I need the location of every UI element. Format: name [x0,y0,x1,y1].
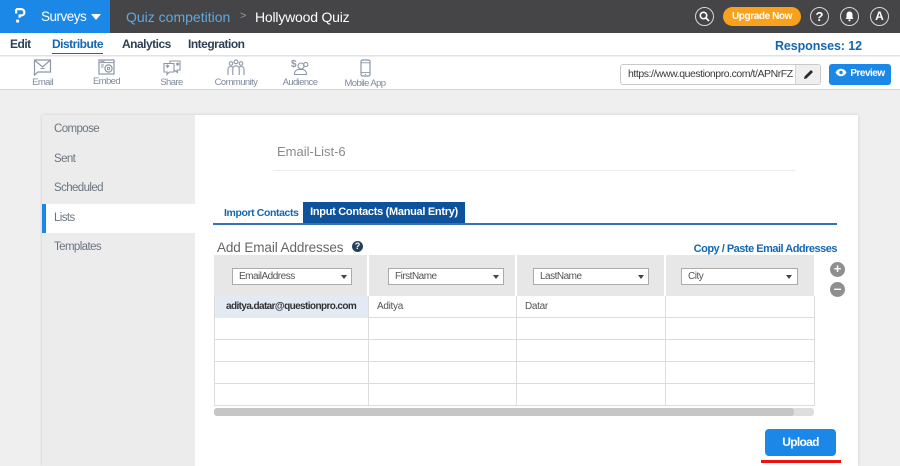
svg-text:$: $ [291,59,297,70]
svg-text:✱: ✱ [165,64,169,70]
svg-text:✱: ✱ [175,62,179,68]
